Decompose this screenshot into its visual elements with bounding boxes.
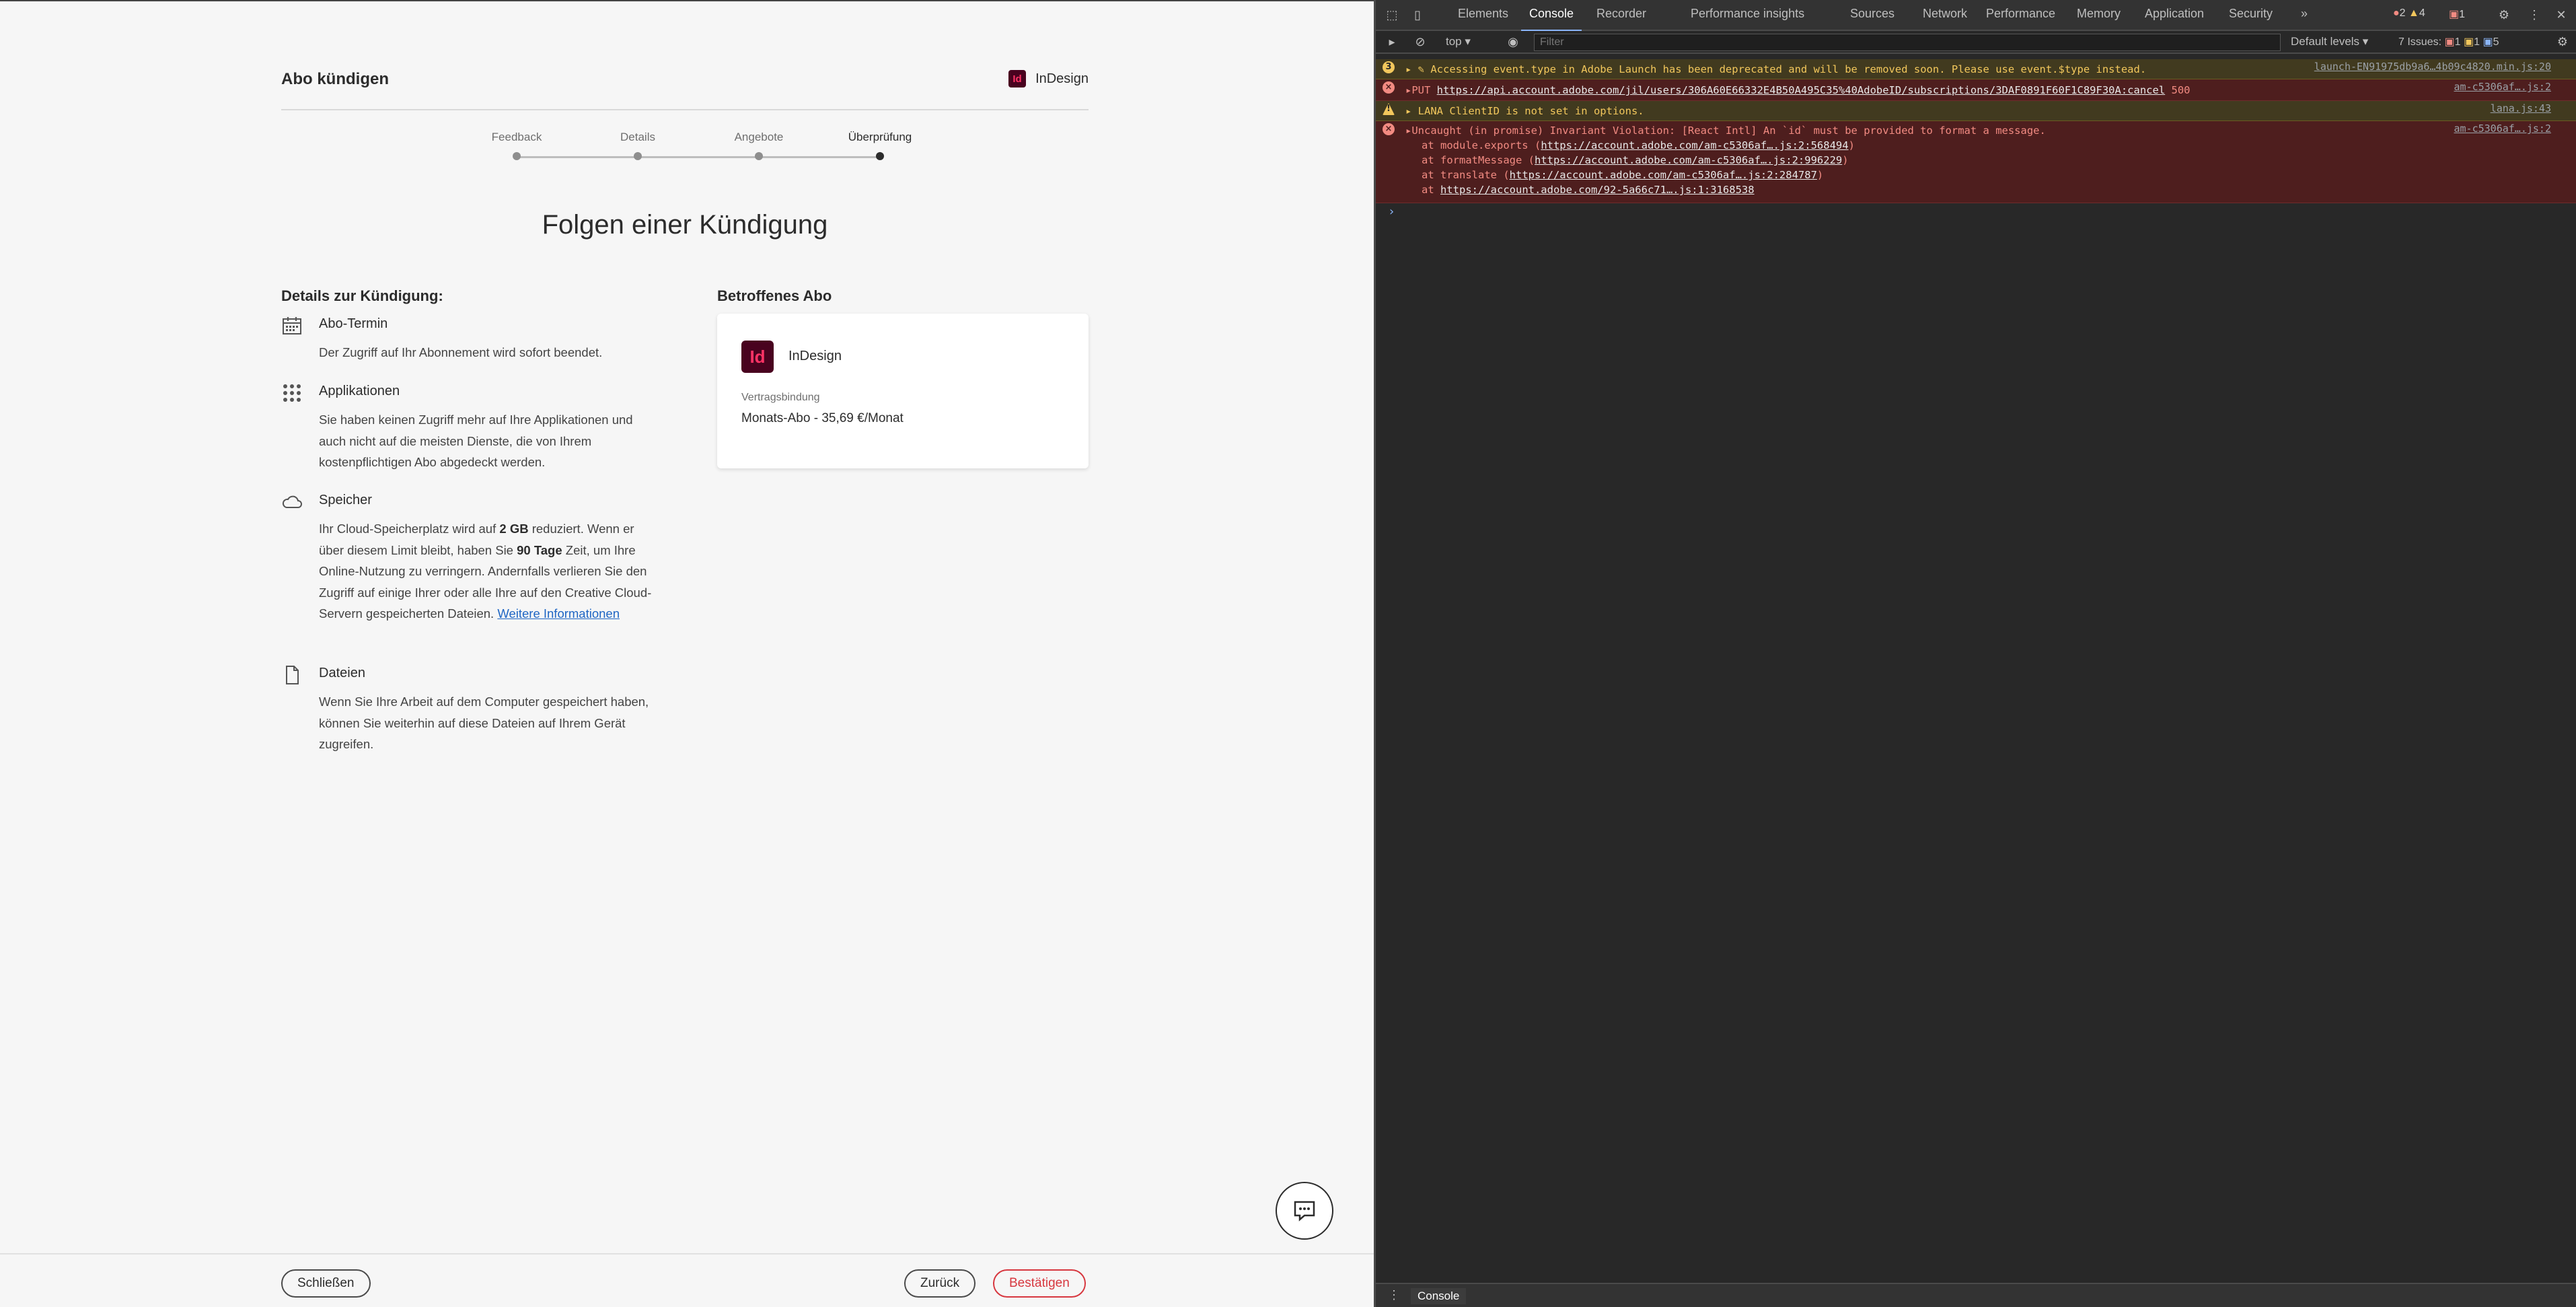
detail-title: Applikationen xyxy=(319,384,400,398)
subscription-title: Betroffenes Abo xyxy=(717,287,832,304)
console-message[interactable]: ! ▸ LANA ClientID is not set in options.… xyxy=(1376,101,2576,121)
tab-performance[interactable]: Performance xyxy=(1986,7,2055,21)
context-select[interactable]: top ▾ xyxy=(1446,35,1471,48)
app-indicator: Id InDesign xyxy=(1008,70,1089,87)
detail-applications: Applikationen Sie haben keinen Zugriff m… xyxy=(281,382,658,476)
stack-frame: at translate (https://account.adobe.com/… xyxy=(1422,169,1824,181)
tab-recorder[interactable]: Recorder xyxy=(1596,7,1646,21)
indesign-logo-icon: Id xyxy=(1008,70,1027,87)
step-feedback: Feedback xyxy=(463,131,571,160)
chat-bubble-icon xyxy=(1294,1201,1315,1222)
console-prompt[interactable]: › xyxy=(1388,205,1395,219)
devtools-panel: ⬚ ▯ Elements Console Recorder Performanc… xyxy=(1374,0,2576,1307)
device-toolbar-icon[interactable]: ▯ xyxy=(1409,7,1426,23)
app-name: InDesign xyxy=(1035,71,1089,86)
more-info-link[interactable]: Weitere Informationen xyxy=(497,606,620,621)
indesign-logo-icon: Id xyxy=(741,341,774,373)
request-url-link[interactable]: https://api.account.adobe.com/jil/users/… xyxy=(1437,84,2166,96)
issues-summary[interactable]: 7 Issues: ▣1 ▣1 ▣5 xyxy=(2398,35,2499,48)
section-heading: Folgen einer Kündigung xyxy=(542,210,828,240)
page-footer: Schließen Zurück Bestätigen xyxy=(0,1253,1374,1307)
detail-text: Sie haben keinen Zugriff mehr auf Ihre A… xyxy=(319,413,633,469)
tab-console[interactable]: Console xyxy=(1520,7,1582,32)
warning-icon: ! xyxy=(1383,103,1395,115)
error-icon: × xyxy=(1383,123,1395,135)
devtools-tab-bar: ⬚ ▯ Elements Console Recorder Performanc… xyxy=(1376,0,2576,32)
stack-link[interactable]: https://account.adobe.com/am-c5306af….js… xyxy=(1535,154,1842,166)
drawer-tab-console[interactable]: Console xyxy=(1411,1288,1467,1304)
source-link[interactable]: am-c5306af….js:2 xyxy=(2454,121,2552,136)
more-options-icon[interactable]: ⋮ xyxy=(2526,7,2542,23)
stack-frame: at module.exports (https://account.adobe… xyxy=(1422,139,1855,151)
console-message[interactable]: 3 ▸ ✎ Accessing event.type in Adobe Laun… xyxy=(1376,59,2576,79)
stack-link[interactable]: https://account.adobe.com/am-c5306af….js… xyxy=(1541,139,1848,151)
detail-text: Ihr Cloud-Speicherplatz wird auf 2 GB re… xyxy=(319,522,652,621)
log-levels-select[interactable]: Default levels ▾ xyxy=(2291,35,2368,48)
detail-title: Dateien xyxy=(319,666,365,680)
stack-link[interactable]: https://account.adobe.com/am-c5306af….js… xyxy=(1510,169,1817,181)
file-icon xyxy=(286,666,299,684)
devtools-drawer: ⋮ Console xyxy=(1376,1283,2576,1307)
tab-application[interactable]: Application xyxy=(2145,7,2204,21)
apps-grid-icon xyxy=(283,384,301,402)
tab-sources[interactable]: Sources xyxy=(1850,7,1894,21)
detail-storage: Speicher Ihr Cloud-Speicherplatz wird au… xyxy=(281,491,658,653)
repeat-count-badge: 3 xyxy=(1383,61,1395,73)
page-title: Abo kündigen xyxy=(281,70,389,88)
error-icon: × xyxy=(1383,81,1395,94)
detail-text: Wenn Sie Ihre Arbeit auf dem Computer ge… xyxy=(319,695,649,751)
console-message[interactable]: × ▸Uncaught (in promise) Invariant Viola… xyxy=(1376,121,2576,203)
step-details: Details xyxy=(584,131,692,160)
details-title: Details zur Kündigung: xyxy=(281,287,443,304)
drawer-menu-icon[interactable]: ⋮ xyxy=(1388,1288,1400,1302)
stack-frame: at formatMessage (https://account.adobe.… xyxy=(1422,154,1849,166)
subscription-name: InDesign xyxy=(788,349,842,363)
console-settings-gear-icon[interactable]: ⚙ xyxy=(2554,34,2571,50)
source-link[interactable]: lana.js:43 xyxy=(2491,101,2551,116)
subscription-price: Monats-Abo - 35,69 €/Monat xyxy=(741,411,904,425)
page-header: Abo kündigen Id InDesign xyxy=(281,70,1089,110)
tab-performance-insights[interactable]: Performance insights xyxy=(1691,7,1804,21)
sidebar-toggle-icon[interactable]: ▸ xyxy=(1384,34,1400,50)
subscription-card: Id InDesign Vertragsbindung Monats-Abo -… xyxy=(717,314,1089,468)
close-button[interactable]: Schließen xyxy=(281,1269,371,1298)
tab-memory[interactable]: Memory xyxy=(2077,7,2121,21)
back-button[interactable]: Zurück xyxy=(904,1269,976,1298)
chat-button[interactable] xyxy=(1276,1182,1333,1240)
step-review: Überprüfung xyxy=(826,131,934,160)
detail-text: Der Zugriff auf Ihr Abonnement wird sofo… xyxy=(319,345,603,359)
step-offers: Angebote xyxy=(705,131,813,160)
tab-elements[interactable]: Elements xyxy=(1458,7,1508,21)
tab-network[interactable]: Network xyxy=(1923,7,1967,21)
settings-gear-icon[interactable]: ⚙ xyxy=(2496,7,2512,23)
eye-icon[interactable]: ◉ xyxy=(1505,34,1521,50)
clear-console-icon[interactable]: ⊘ xyxy=(1412,34,1428,50)
contract-label: Vertragsbindung xyxy=(741,392,820,403)
inspect-element-icon[interactable]: ⬚ xyxy=(1384,7,1400,23)
more-tabs-icon[interactable]: » xyxy=(2301,7,2308,21)
stack-link[interactable]: https://account.adobe.com/92-5a66c71….js… xyxy=(1440,184,1755,196)
confirm-button[interactable]: Bestätigen xyxy=(993,1269,1086,1298)
detail-files: Dateien Wenn Sie Ihre Arbeit auf dem Com… xyxy=(281,664,658,758)
source-link[interactable]: am-c5306af….js:2 xyxy=(2454,79,2552,94)
adobe-page: Abo kündigen Id InDesign Feedback Detail… xyxy=(0,0,1374,1307)
stepper-line xyxy=(517,156,880,158)
stack-frame: at https://account.adobe.com/92-5a66c71…… xyxy=(1422,184,1755,196)
progress-stepper: Feedback Details Angebote Überprüfung xyxy=(492,131,912,164)
filter-input[interactable] xyxy=(1534,34,2281,51)
error-count[interactable]: ●2 ▲4 xyxy=(2393,7,2425,20)
calendar-icon xyxy=(283,317,301,334)
console-message[interactable]: × ▸PUT https://api.account.adobe.com/jil… xyxy=(1376,79,2576,101)
source-link[interactable]: launch-EN91975db9a6…4b09c4820.min.js:20 xyxy=(2314,59,2551,74)
issues-badge[interactable]: ▣1 xyxy=(2449,7,2465,21)
close-icon[interactable]: ✕ xyxy=(2553,7,2569,23)
console-toolbar: ▸ ⊘ top ▾ ◉ Default levels ▾ 7 Issues: ▣… xyxy=(1376,31,2576,54)
cloud-icon xyxy=(282,495,302,508)
detail-title: Speicher xyxy=(319,493,372,507)
tab-security[interactable]: Security xyxy=(2229,7,2273,21)
detail-title: Abo-Termin xyxy=(319,316,388,331)
detail-subscription-term: Abo-Termin Der Zugriff auf Ihr Abonnemen… xyxy=(281,315,658,369)
